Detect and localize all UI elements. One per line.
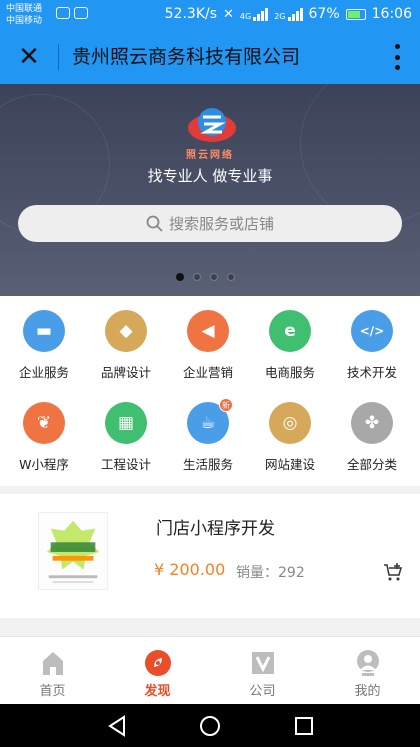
carousel-dots[interactable] (176, 273, 235, 281)
category-marketing[interactable]: ◀ 企业营销 (166, 296, 250, 384)
clover-icon: ✤ (351, 402, 393, 444)
close-icon[interactable]: ✕ (16, 44, 42, 70)
tab-discover[interactable]: 发现 (105, 637, 210, 705)
category-label: 网站建设 (264, 457, 315, 472)
category-all[interactable]: ✤ 全部分类 (330, 388, 414, 476)
recent-apps-icon[interactable] (292, 714, 316, 738)
category-website[interactable]: ◎ 网站建设 (248, 388, 332, 476)
tab-label: 我的 (354, 684, 381, 699)
category-miniapp[interactable]: ❦ W小程序 (2, 388, 86, 476)
tab-label: 公司 (249, 684, 276, 699)
signal-1-tag: 4G (239, 11, 252, 21)
title-bar: ✕ 贵州照云商务科技有限公司 (0, 30, 420, 84)
tab-label: 发现 (144, 684, 171, 699)
profile-icon (356, 650, 379, 676)
carousel-dot[interactable] (193, 273, 201, 281)
tab-profile[interactable]: 我的 (315, 637, 420, 705)
carousel-dot[interactable] (210, 273, 218, 281)
search-icon (146, 215, 163, 232)
product-name[interactable]: 门店小程序开发 (156, 514, 275, 539)
briefcase-icon: ▬ (23, 310, 65, 352)
search-input[interactable]: 搜索服务或店铺 (18, 205, 402, 242)
product-card[interactable]: 门店小程序开发 ¥ 200.00 销量：292 (0, 494, 420, 618)
category-label: W小程序 (19, 457, 69, 472)
company-logo-icon (188, 108, 236, 142)
back-icon[interactable] (106, 714, 130, 738)
company-icon (251, 652, 274, 674)
clock: 16:06 (371, 6, 412, 22)
category-label: 电商服务 (264, 365, 315, 380)
category-ecommerce[interactable]: e 电商服务 (248, 296, 332, 384)
category-label: 工程设计 (100, 457, 151, 472)
building-icon: ▦ (105, 402, 147, 444)
category-life-service[interactable]: ☕ 新 生活服务 (166, 388, 250, 476)
shopping-bag-icon: e (269, 310, 311, 352)
globe-icon: ◎ (269, 402, 311, 444)
search-placeholder: 搜索服务或店铺 (168, 215, 274, 233)
hero-banner[interactable]: 照云网络 找专业人 做专业事 搜索服务或店铺 (0, 84, 420, 296)
tab-company[interactable]: 公司 (210, 637, 315, 705)
signal-1-icon: 4G (239, 7, 269, 21)
megaphone-icon: ◀ (187, 310, 229, 352)
code-icon: </> (351, 310, 393, 352)
carrier-2: 中国移动 (6, 16, 43, 26)
banner-slogan: 找专业人 做专业事 (147, 167, 273, 185)
category-label: 生活服务 (182, 457, 233, 472)
product-sales: 销量：292 (236, 565, 305, 581)
home-button-icon[interactable] (198, 714, 222, 738)
notification-icons (56, 7, 88, 19)
carrier-names: 中国联通 中国移动 (6, 3, 42, 27)
new-badge: 新 (219, 398, 233, 412)
discover-icon (144, 650, 171, 676)
home-icon (42, 652, 63, 675)
status-bar: 中国联通 中国移动 52.3K/s ✕ 4G 2G 67% 16:06 (0, 0, 420, 30)
signal-2-icon: 2G (274, 7, 303, 21)
miniapp-icon: ❦ (23, 402, 65, 444)
battery-percent: 67% (308, 6, 340, 22)
category-label: 品牌设计 (100, 365, 151, 380)
category-brand-design[interactable]: ◆ 品牌设计 (84, 296, 168, 384)
carousel-dot[interactable] (227, 273, 235, 281)
category-label: 全部分类 (346, 457, 397, 472)
page-title: 贵州照云商务科技有限公司 (72, 46, 301, 68)
message-icon (56, 7, 70, 19)
category-engineering[interactable]: ▦ 工程设计 (84, 388, 168, 476)
category-label: 企业营销 (182, 365, 233, 380)
tag-icon: ◆ (105, 310, 147, 352)
category-label: 技术开发 (346, 365, 397, 380)
tab-home[interactable]: 首页 (0, 637, 105, 705)
more-menu-icon[interactable] (394, 44, 400, 70)
carousel-dot[interactable] (176, 273, 184, 281)
net-speed: 52.3K/s (164, 6, 218, 22)
battery-icon (345, 8, 366, 20)
carrier-1: 中国联通 (6, 4, 43, 14)
tab-label: 首页 (39, 684, 66, 699)
product-price: ¥ 200.00 (154, 560, 226, 579)
logo-text: 照云网络 (186, 150, 234, 161)
product-thumbnail[interactable] (38, 512, 108, 590)
image-icon (74, 7, 88, 19)
category-grid: ▬ 企业服务 ◆ 品牌设计 ◀ 企业营销 e 电商服务 </> 技术开发 ❦ W… (0, 296, 420, 486)
status-right: 52.3K/s ✕ 4G 2G 67% 16:06 (165, 6, 412, 22)
signal-2-tag: 2G (274, 11, 286, 21)
add-to-cart-icon[interactable] (383, 562, 403, 582)
bottom-tab-bar: 首页 发现 公司 我的 (0, 636, 420, 704)
mute-icon: ✕ (223, 6, 234, 22)
system-nav-bar (0, 704, 420, 747)
coffee-icon: ☕ 新 (187, 398, 233, 444)
category-tech-dev[interactable]: </> 技术开发 (330, 296, 414, 384)
category-enterprise-service[interactable]: ▬ 企业服务 (2, 296, 86, 384)
category-label: 企业服务 (18, 365, 69, 380)
divider (58, 44, 59, 70)
